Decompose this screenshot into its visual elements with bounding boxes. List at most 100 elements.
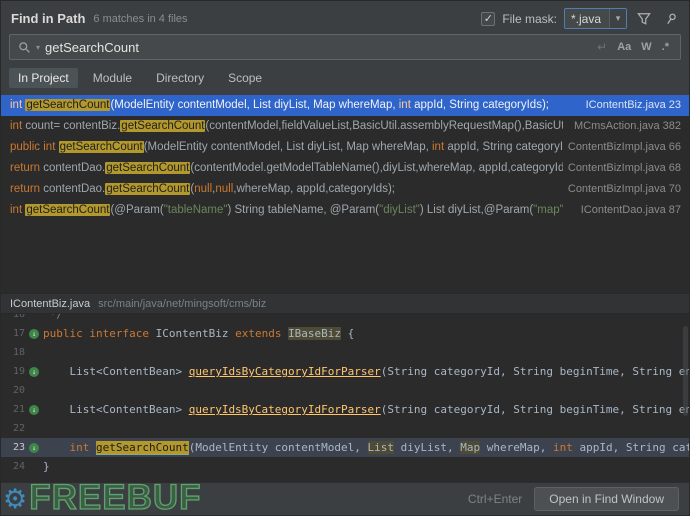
code-segment: getSearchCount [120, 120, 205, 132]
code-segment: getSearchCount [25, 99, 110, 111]
code-segment: null [194, 183, 212, 195]
result-row[interactable]: int getSearchCount(ModelEntity contentMo… [1, 95, 689, 116]
code-segment: getSearchCount [105, 183, 190, 195]
file-mask-checkbox[interactable]: ✓ [481, 12, 495, 26]
code-segment: IContentBiz [156, 327, 235, 340]
code-line-text: */ [43, 314, 689, 324]
chevron-down-icon[interactable]: ▾ [609, 9, 626, 28]
gutter: ↓ [25, 400, 43, 419]
results-list: int getSearchCount(ModelEntity contentMo… [1, 95, 689, 293]
search-history-chevron-icon[interactable]: ▾ [36, 43, 40, 52]
code-line[interactable]: 17↓public interface IContentBiz extends … [1, 324, 689, 343]
file-mask-label: File mask: [502, 12, 557, 26]
result-text: return contentDao.getSearchCount(content… [10, 158, 563, 179]
code-segment: int [10, 204, 25, 216]
code-line[interactable]: 24} [1, 457, 689, 476]
code-segment: ,whereMap, appId,categoryIds); [233, 183, 395, 195]
result-file-ref: IContentDao.java 87 [581, 200, 681, 221]
result-row[interactable]: int getSearchCount(@Param("tableName") S… [1, 200, 689, 221]
code-segment: (@Param( [110, 204, 163, 216]
code-line-text [43, 381, 689, 400]
result-row[interactable]: public int getSearchCount(ModelEntity co… [1, 137, 689, 158]
result-text: int getSearchCount(ModelEntity contentMo… [10, 95, 563, 116]
code-segment: contentDao. [40, 183, 105, 195]
code-segment: "diyList" [379, 204, 420, 216]
gutter: ↓ [25, 438, 43, 457]
dialog-title: Find in Path [11, 11, 85, 26]
code-segment: getSearchCount [59, 141, 144, 153]
code-segment: (ModelEntity contentModel, [189, 441, 368, 454]
code-segment: int [553, 441, 573, 454]
scope-tabs: In Project Module Directory Scope [1, 66, 689, 95]
code-line[interactable]: 18 [1, 343, 689, 362]
code-line-text: List<ContentBean> queryIdsByCategoryIdFo… [43, 400, 689, 419]
result-file-ref: ContentBizImpl.java 66 [568, 137, 681, 158]
search-input[interactable] [45, 40, 590, 55]
code-segment: List<ContentBean> [43, 403, 189, 416]
code-segment: */ [43, 314, 63, 321]
code-segment: contentDao. [40, 162, 105, 174]
result-text: return contentDao.getSearchCount(null,nu… [10, 179, 563, 200]
result-row[interactable]: return contentDao.getSearchCount(null,nu… [1, 179, 689, 200]
implemented-marker-icon[interactable]: ↓ [29, 405, 39, 415]
code-segment: int [70, 441, 97, 454]
code-line[interactable]: 16 */ [1, 314, 689, 324]
line-number: 18 [1, 343, 25, 362]
match-case-icon[interactable]: Aa [614, 41, 634, 53]
code-segment: int [432, 141, 444, 153]
scope-tab-directory[interactable]: Directory [147, 68, 213, 88]
code-line[interactable]: 20 [1, 381, 689, 400]
regex-icon[interactable]: .* [659, 41, 672, 53]
code-segment: int [10, 99, 25, 111]
line-number: 17 [1, 324, 25, 343]
search-row: ▾ ↵ Aa W .* [1, 32, 689, 66]
line-number: 21 [1, 400, 25, 419]
result-row[interactable]: return contentDao.getSearchCount(content… [1, 158, 689, 179]
search-icon [18, 41, 31, 54]
implemented-marker-icon[interactable]: ↓ [29, 367, 39, 377]
scope-tab-in-project[interactable]: In Project [9, 68, 78, 88]
code-segment: getSearchCount [96, 441, 189, 455]
file-mask-combo[interactable]: *.java ▾ [564, 8, 627, 29]
scope-tab-module[interactable]: Module [84, 68, 141, 88]
code-line[interactable]: 22 [1, 419, 689, 438]
code-segment: appId, String categoryIds); [411, 99, 549, 111]
line-number: 20 [1, 381, 25, 400]
dialog-footer: Ctrl+Enter Open in Find Window [1, 482, 689, 515]
pin-icon[interactable] [661, 9, 681, 29]
scope-tab-scope[interactable]: Scope [219, 68, 271, 88]
implemented-marker-icon[interactable]: ↓ [29, 443, 39, 453]
new-line-icon[interactable]: ↵ [595, 40, 609, 54]
code-segment: IBaseBiz [288, 327, 341, 340]
open-in-find-window-button[interactable]: Open in Find Window [534, 487, 679, 511]
code-segment: appId, String categoryIds) [444, 141, 563, 153]
code-line[interactable]: 23↓ int getSearchCount(ModelEntity conte… [1, 438, 689, 457]
result-file-ref: IContentBiz.java 23 [586, 95, 681, 116]
preview-file-name: IContentBiz.java [10, 298, 90, 310]
whole-words-icon[interactable]: W [638, 41, 654, 53]
line-number: 24 [1, 457, 25, 476]
code-segment: public interface [43, 327, 156, 340]
file-mask-value: *.java [565, 12, 609, 26]
gutter: ↓ [25, 324, 43, 343]
scrollbar[interactable] [683, 326, 688, 416]
code-preview: 16 */17↓public interface IContentBiz ext… [1, 314, 689, 482]
code-line-text: int getSearchCount(ModelEntity contentMo… [43, 438, 689, 457]
filter-icon[interactable] [634, 9, 654, 29]
code-segment: queryIdsByCategoryIdForParser [189, 365, 381, 378]
match-summary: 6 matches in 4 files [93, 13, 187, 25]
result-row[interactable]: int count= contentBiz.getSearchCount(con… [1, 116, 689, 137]
result-file-ref: ContentBizImpl.java 70 [568, 179, 681, 200]
implemented-marker-icon[interactable]: ↓ [29, 329, 39, 339]
code-segment: return [10, 183, 40, 195]
search-field[interactable]: ▾ ↵ Aa W .* [9, 34, 681, 60]
find-in-path-dialog: Find in Path 6 matches in 4 files ✓ File… [0, 0, 690, 516]
code-segment: null [215, 183, 233, 195]
code-line[interactable]: 21 ↓ List<ContentBean> queryIdsByCategory… [1, 400, 689, 419]
result-text: int count= contentBiz.getSearchCount(con… [10, 116, 563, 137]
code-segment: queryIdsByCategoryIdForParser [189, 403, 381, 416]
line-number: 19 [1, 362, 25, 381]
preview-file-path: src/main/java/net/mingsoft/cms/biz [98, 298, 266, 310]
code-line[interactable]: 19↓ List<ContentBean> queryIdsByCategory… [1, 362, 689, 381]
code-segment: Map [460, 441, 480, 454]
